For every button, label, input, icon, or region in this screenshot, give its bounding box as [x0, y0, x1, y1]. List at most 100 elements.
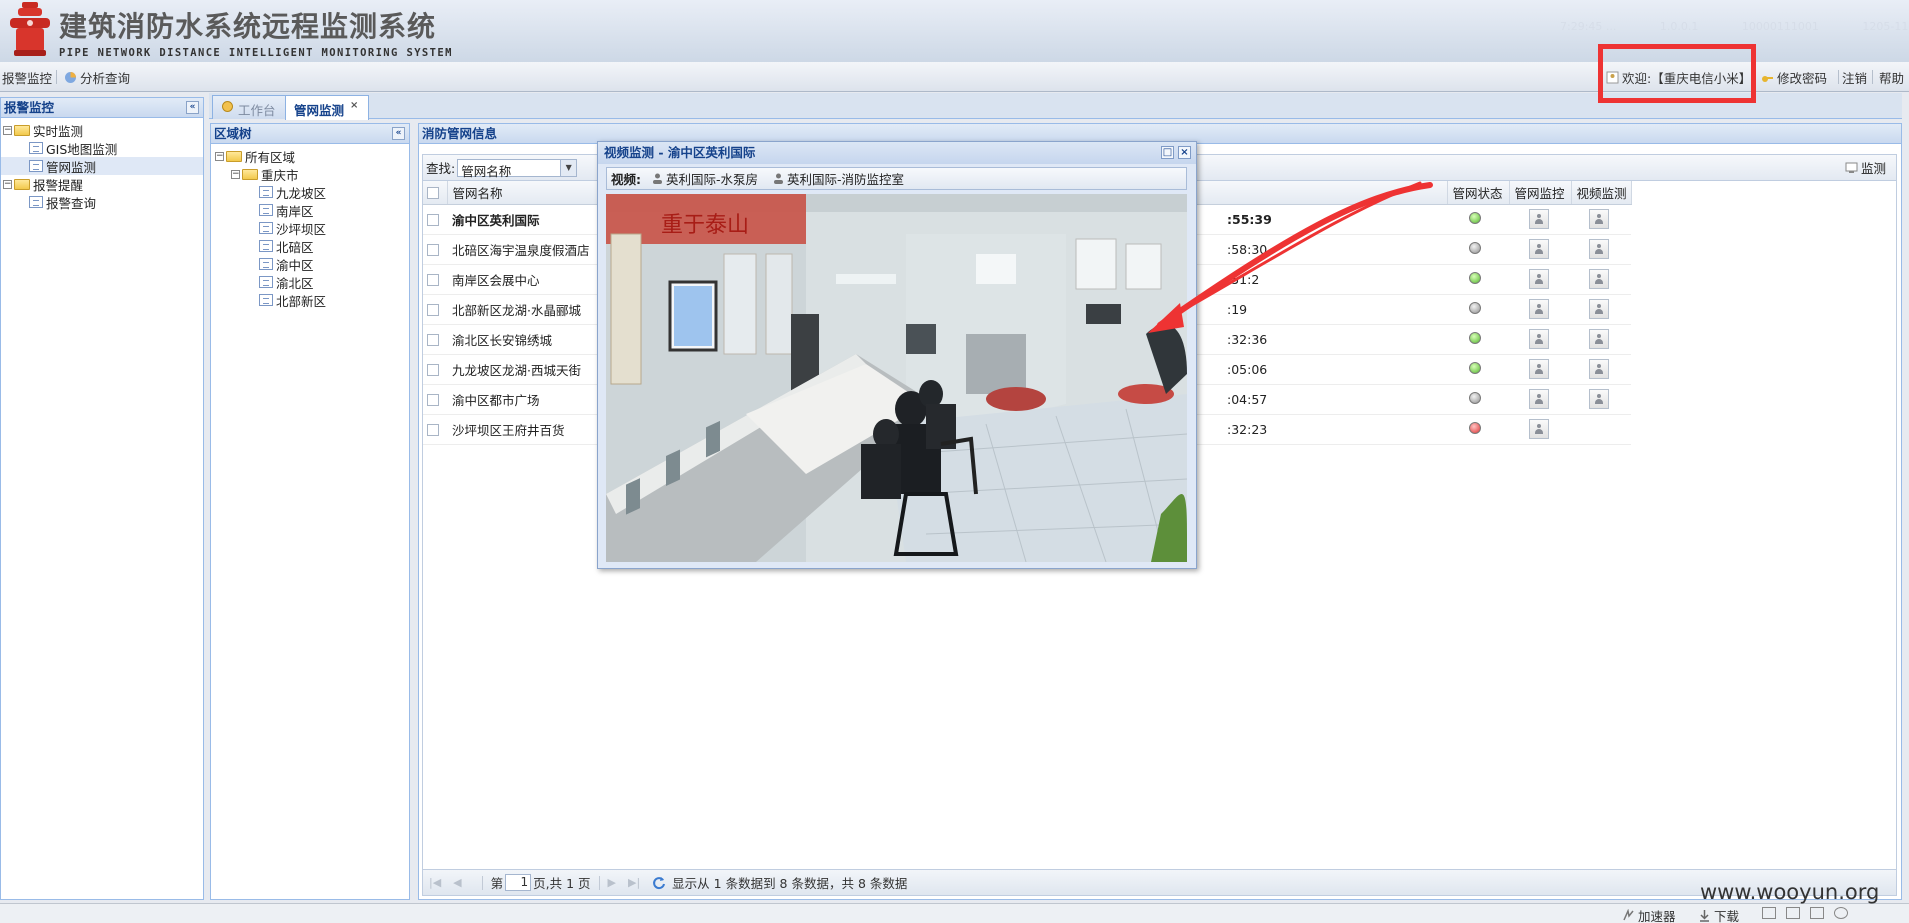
region-tree-header: 区域树 «: [211, 124, 409, 144]
row-checkbox[interactable]: [427, 244, 439, 256]
pipe-monitor-button[interactable]: [1529, 239, 1549, 259]
download-button[interactable]: 下载: [1698, 906, 1739, 923]
page-icon: [29, 196, 43, 208]
folder-icon: [14, 124, 30, 136]
pipe-monitor-button[interactable]: [1529, 269, 1549, 289]
accelerator-button[interactable]: 加速器: [1622, 906, 1676, 923]
camera-icon: [774, 173, 784, 184]
collapse-toggle-icon[interactable]: −: [3, 179, 12, 189]
collapse-toggle-icon[interactable]: −: [231, 169, 240, 179]
alarm-monitor-menu[interactable]: 报警监控: [2, 68, 52, 87]
first-page-icon[interactable]: |◀: [429, 876, 441, 889]
app-subtitle: PIPE NETWORK DISTANCE INTELLIGENT MONITO…: [59, 47, 453, 59]
video-monitor-button[interactable]: [1589, 359, 1609, 379]
select-all-header[interactable]: [423, 181, 448, 205]
search-field-select[interactable]: 管网名称 ▼: [457, 158, 578, 179]
region-district-node[interactable]: 九龙坡区: [211, 183, 409, 201]
pipe-monitor-button[interactable]: [1529, 299, 1549, 319]
region-district-node[interactable]: 北碚区: [211, 237, 409, 255]
collapse-region-icon[interactable]: «: [392, 127, 405, 140]
row-checkbox[interactable]: [427, 394, 439, 406]
row-checkbox[interactable]: [427, 364, 439, 376]
tab-pipe-monitor[interactable]: 管网监测 ×: [285, 95, 370, 120]
prev-page-icon[interactable]: ◀: [453, 876, 461, 889]
pipe-monitor-button[interactable]: [1529, 389, 1549, 409]
row-checkbox[interactable]: [427, 214, 439, 226]
pipe-status-cell: [1447, 204, 1509, 235]
region-node-label: 重庆市: [261, 167, 299, 183]
status-red-icon: [1469, 421, 1481, 434]
row-select-cell: [423, 354, 447, 385]
video-monitor-button[interactable]: [1589, 239, 1609, 259]
monitor-button[interactable]: 监测: [1845, 158, 1886, 177]
tree-folder-node[interactable]: − 报警提醒: [1, 175, 203, 193]
change-password-label: 修改密码: [1777, 71, 1828, 86]
video-monitor-button[interactable]: [1589, 269, 1609, 289]
col-status-header[interactable]: 管网状态: [1447, 181, 1510, 205]
row-select-cell: [423, 264, 447, 295]
region-district-node[interactable]: 沙坪坝区: [211, 219, 409, 237]
close-icon[interactable]: ×: [1178, 146, 1191, 159]
status-icon[interactable]: [1762, 907, 1776, 919]
collapse-left-icon[interactable]: «: [186, 101, 199, 114]
region-district-node[interactable]: 北部新区: [211, 291, 409, 309]
row-select-cell: [423, 234, 447, 265]
region-folder-node[interactable]: − 重庆市: [211, 165, 409, 183]
pager-separator: [598, 875, 600, 890]
page-icon: [259, 204, 273, 216]
tree-leaf-node[interactable]: 管网监测: [1, 157, 203, 175]
video-banner-text: 重于泰山: [661, 213, 749, 238]
col-video-monitor-header[interactable]: 视频监测: [1571, 181, 1632, 205]
collapse-toggle-icon[interactable]: −: [215, 151, 224, 161]
row-select-cell: [423, 324, 447, 355]
video-monitor-cell: [1571, 234, 1631, 265]
row-checkbox[interactable]: [427, 334, 439, 346]
last-page-icon[interactable]: ▶|: [628, 876, 640, 889]
col-pipe-monitor-header[interactable]: 管网监控: [1509, 181, 1572, 205]
analysis-query-menu[interactable]: 分析查询: [64, 68, 130, 87]
status-icon[interactable]: [1786, 907, 1800, 919]
camera-pump-room-button[interactable]: 英利国际-水泵房: [651, 169, 758, 188]
pipe-monitor-button[interactable]: [1529, 419, 1549, 439]
help-label: 帮助: [1879, 71, 1905, 86]
refresh-icon[interactable]: [652, 876, 666, 890]
browser-status-bar: 加速器 下载: [0, 903, 1909, 923]
tab-workbench[interactable]: 工作台: [212, 95, 287, 119]
row-checkbox[interactable]: [427, 424, 439, 436]
tree-leaf-node[interactable]: 报警查询: [1, 193, 203, 211]
status-icon[interactable]: [1810, 907, 1824, 919]
tree-leaf-node[interactable]: GIS地图监测: [1, 139, 203, 157]
video-window-titlebar[interactable]: 视频监测 - 渝中区英利国际 □ ×: [598, 142, 1196, 164]
camera-control-room-button[interactable]: 英利国际-消防监控室: [772, 169, 904, 188]
region-district-node[interactable]: 渝中区: [211, 255, 409, 273]
region-district-node[interactable]: 南岸区: [211, 201, 409, 219]
pipe-status-cell: [1447, 324, 1509, 355]
close-tab-icon[interactable]: ×: [350, 100, 358, 111]
next-page-icon[interactable]: ▶: [608, 876, 616, 889]
pipe-monitor-button[interactable]: [1529, 209, 1549, 229]
nav-tree: − 实时监测 GIS地图监测 管网监测 − 报警提醒 报警查询: [1, 118, 203, 211]
region-district-node[interactable]: 渝北区: [211, 273, 409, 291]
video-monitor-button[interactable]: [1589, 299, 1609, 319]
video-monitor-button[interactable]: [1589, 329, 1609, 349]
zoom-icon[interactable]: [1834, 907, 1848, 919]
select-all-checkbox[interactable]: [427, 187, 439, 200]
page-number-input[interactable]: 1: [505, 874, 532, 891]
video-monitor-button[interactable]: [1589, 209, 1609, 229]
alarm-monitor-panel-header: 报警监控 «: [1, 98, 203, 118]
tree-folder-node[interactable]: − 实时监测: [1, 121, 203, 139]
row-checkbox[interactable]: [427, 274, 439, 286]
user-icon: [1534, 424, 1544, 434]
logout-button[interactable]: 注销: [1842, 68, 1867, 87]
help-button[interactable]: 帮助: [1879, 68, 1904, 87]
region-folder-node[interactable]: − 所有区域: [211, 147, 409, 165]
collapse-toggle-icon[interactable]: −: [3, 125, 12, 135]
page-icon: [29, 142, 43, 154]
maximize-icon[interactable]: □: [1161, 146, 1174, 159]
pipe-monitor-button[interactable]: [1529, 329, 1549, 349]
pipe-monitor-button[interactable]: [1529, 359, 1549, 379]
change-password-button[interactable]: 修改密码: [1761, 68, 1827, 87]
header-faint-text: 1205-11-13: [1862, 20, 1909, 33]
video-monitor-button[interactable]: [1589, 389, 1609, 409]
row-checkbox[interactable]: [427, 304, 439, 316]
